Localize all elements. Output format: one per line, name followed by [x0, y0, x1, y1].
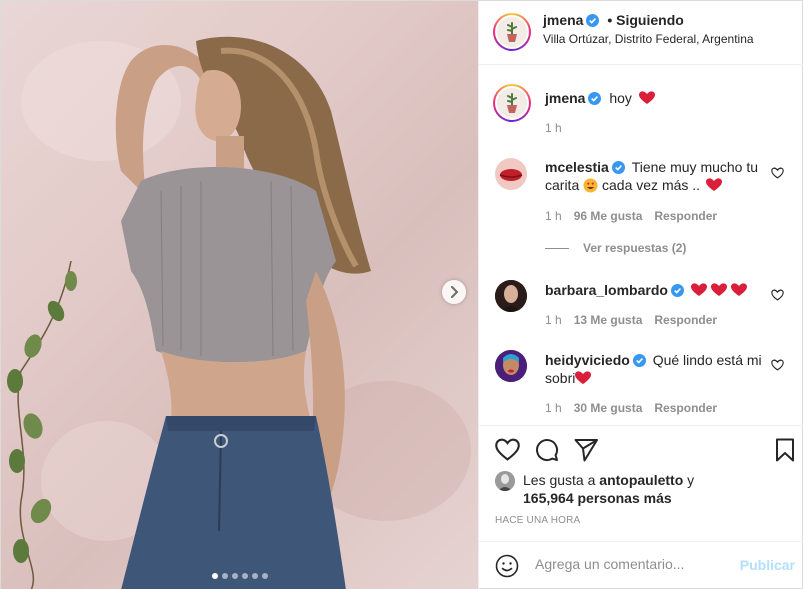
- like-comment-heart-icon[interactable]: [771, 359, 784, 371]
- post-location[interactable]: Villa Ortúzar, Distrito Federal, Argenti…: [543, 32, 754, 46]
- heart-eyes-emoji-icon: [583, 178, 598, 193]
- author-username[interactable]: jmena: [543, 12, 583, 28]
- carousel-dot: [211, 573, 218, 579]
- author-avatar[interactable]: [493, 13, 531, 51]
- like-heart-icon[interactable]: [495, 438, 520, 461]
- caption-time[interactable]: 1 h: [545, 121, 562, 135]
- liker-username[interactable]: antopauletto: [599, 472, 683, 488]
- lips-avatar-image: [499, 169, 523, 181]
- comment-body: barbara_lombardo: [545, 281, 747, 299]
- likes-joiner: y: [687, 472, 695, 488]
- comment-text: Tiene muy mucho tu: [631, 159, 759, 175]
- likes-prefix: Les gusta a: [523, 472, 596, 488]
- comment-text: carita: [545, 177, 580, 193]
- carousel-dot: [251, 573, 258, 579]
- portrait-avatar-image: [495, 350, 527, 382]
- comment-input[interactable]: [535, 556, 735, 572]
- comment-time[interactable]: 1 h: [545, 313, 562, 327]
- comment-meta: 1 h 96 Me gusta Responder: [545, 209, 717, 223]
- commenter-username[interactable]: heidyviciedo: [545, 352, 630, 368]
- post-sidebar: jmena • Siguiendo Villa Ortúzar, Distrit…: [478, 1, 803, 589]
- add-comment-bar: Publicar: [479, 541, 803, 589]
- chevron-right-icon: [451, 286, 459, 298]
- carousel-dot: [231, 573, 238, 579]
- like-comment-heart-icon[interactable]: [771, 289, 784, 301]
- comment-emoji-hearts: [690, 282, 747, 298]
- commenter-avatar[interactable]: [495, 350, 527, 382]
- publish-button[interactable]: Publicar: [740, 557, 795, 573]
- heart-emoji-icon: [575, 371, 592, 384]
- caption-author-avatar[interactable]: [493, 84, 531, 122]
- carousel-indicator: [1, 573, 478, 579]
- verified-badge-icon: [586, 14, 600, 27]
- commenter-avatar[interactable]: [495, 280, 527, 312]
- reply-button[interactable]: Responder: [654, 401, 717, 415]
- view-replies-label: Ver respuestas (2): [583, 241, 687, 255]
- verified-badge-icon: [632, 354, 646, 367]
- cactus-logo-icon: [507, 93, 517, 113]
- commenter-avatar[interactable]: [495, 158, 527, 190]
- instagram-post: jmena • Siguiendo Villa Ortúzar, Distrit…: [0, 0, 803, 589]
- save-bookmark-icon[interactable]: [775, 438, 795, 462]
- caption-username[interactable]: jmena: [545, 90, 585, 106]
- comment-body: mcelestia Tiene muy mucho tu carita cada…: [545, 158, 765, 194]
- caption-meta: 1 h: [545, 121, 562, 135]
- portrait-avatar-image: [495, 471, 515, 491]
- comment-text: Qué lindo está mi: [652, 352, 762, 368]
- carousel-dot: [261, 573, 268, 579]
- heart-emoji-icon: [710, 283, 727, 296]
- commenter-username[interactable]: barbara_lombardo: [545, 282, 668, 298]
- likes-summary: Les gusta a antopauletto y 165,964 perso…: [523, 471, 803, 507]
- verified-badge-icon: [611, 161, 625, 174]
- next-slide-button[interactable]: [442, 280, 466, 304]
- comment-bubble-icon[interactable]: [535, 438, 559, 462]
- likes-count[interactable]: 165,964 personas más: [523, 490, 672, 506]
- post-timestamp[interactable]: HACE UNA HORA: [495, 515, 580, 526]
- like-comment-heart-icon[interactable]: [771, 167, 784, 179]
- comment-likes[interactable]: 96 Me gusta: [574, 209, 643, 223]
- caption-text: hoy: [609, 90, 632, 106]
- view-replies-button[interactable]: Ver respuestas (2): [545, 241, 686, 255]
- comment-body: heidyviciedo Qué lindo está mi sobri: [545, 351, 765, 387]
- reply-button[interactable]: Responder: [654, 313, 717, 327]
- cactus-logo-icon: [507, 22, 517, 42]
- author-line: jmena • Siguiendo: [543, 12, 684, 28]
- carousel-dot: [241, 573, 248, 579]
- commenter-username[interactable]: mcelestia: [545, 159, 609, 175]
- verified-badge-icon: [588, 92, 602, 105]
- comment-likes[interactable]: 13 Me gusta: [574, 313, 643, 327]
- comment-meta: 1 h 13 Me gusta Responder: [545, 313, 717, 327]
- comment-time[interactable]: 1 h: [545, 209, 562, 223]
- heart-emoji-icon: [705, 178, 722, 191]
- post-caption: jmena hoy: [545, 89, 655, 107]
- heart-emoji-icon: [690, 283, 707, 296]
- verified-badge-icon: [670, 284, 684, 297]
- carousel-dot: [221, 573, 228, 579]
- liker-avatar[interactable]: [495, 471, 515, 491]
- comment-likes[interactable]: 30 Me gusta: [574, 401, 643, 415]
- comment-meta: 1 h 30 Me gusta Responder: [545, 401, 717, 415]
- person-figure: [115, 36, 371, 589]
- comment-time[interactable]: 1 h: [545, 401, 562, 415]
- follow-status[interactable]: • Siguiendo: [607, 12, 683, 28]
- comment-text: cada vez más ..: [602, 177, 701, 193]
- post-header: jmena • Siguiendo Villa Ortúzar, Distrit…: [479, 1, 803, 65]
- emoji-picker-icon[interactable]: [495, 554, 519, 578]
- heart-emoji-icon: [638, 91, 655, 104]
- post-actions: [479, 425, 803, 477]
- post-photo[interactable]: [1, 1, 478, 589]
- heart-emoji-icon: [730, 283, 747, 296]
- reply-button[interactable]: Responder: [654, 209, 717, 223]
- divider-line: [545, 247, 569, 249]
- comment-text: sobri: [545, 370, 576, 386]
- portrait-avatar-image: [495, 280, 527, 312]
- share-send-icon[interactable]: [574, 438, 599, 462]
